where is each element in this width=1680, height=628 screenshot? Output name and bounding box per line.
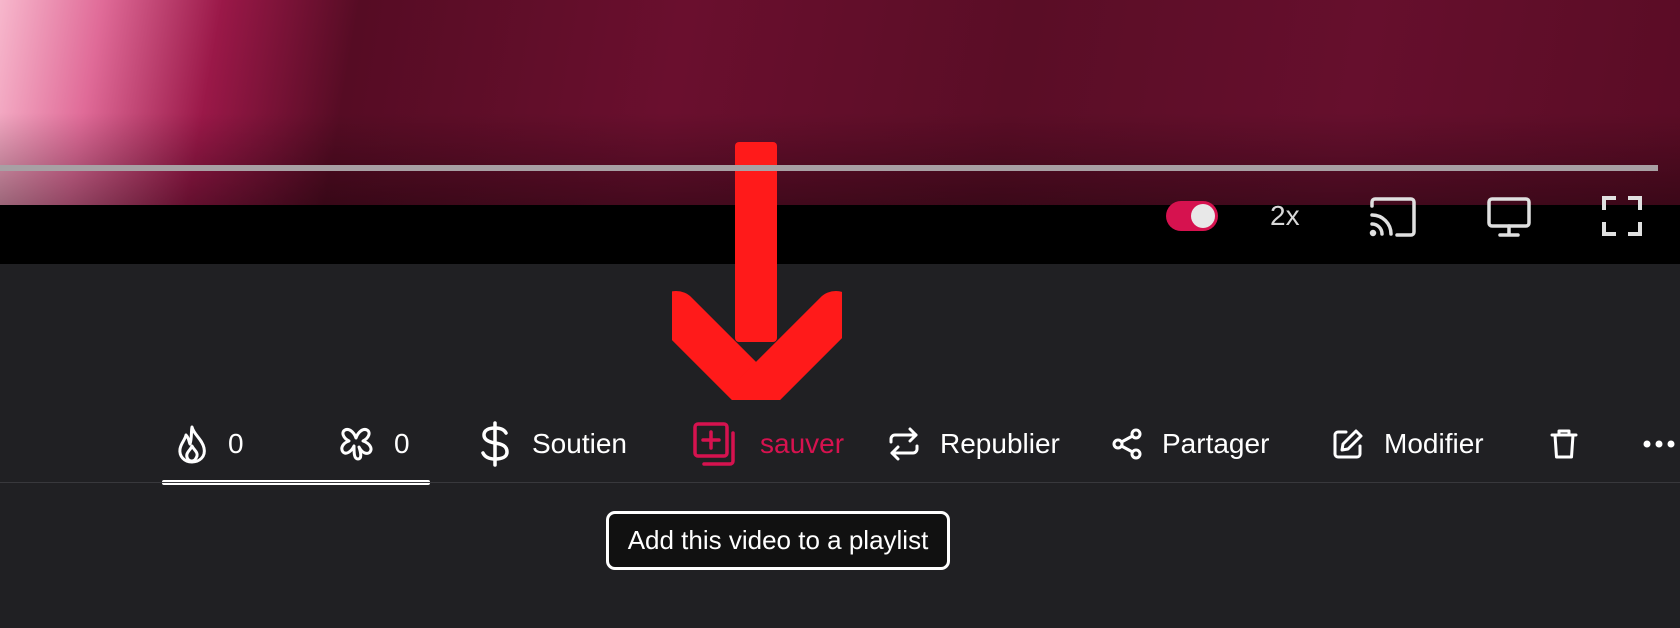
boosts-button[interactable]: 0 [338, 418, 410, 470]
flame-icon [178, 425, 206, 464]
edit-label: Modifier [1384, 428, 1484, 459]
dollar-icon [481, 421, 509, 467]
delete-button[interactable] [1550, 418, 1578, 470]
action-bar-divider [0, 482, 1680, 483]
reactions-count: 0 [228, 428, 244, 459]
republish-label: Republier [940, 428, 1060, 459]
share-label: Partager [1162, 428, 1270, 459]
support-button[interactable]: Soutien [478, 418, 627, 470]
asterisk-icon [340, 428, 373, 461]
edit-button[interactable]: Modifier [1332, 418, 1484, 470]
trash-icon [1550, 429, 1578, 459]
edit-icon [1333, 429, 1363, 459]
republish-button[interactable]: Republier [888, 418, 1060, 470]
share-icon [1112, 428, 1142, 460]
playlist-add-icon [693, 422, 735, 466]
toggle-knob [1191, 204, 1215, 228]
support-label: Soutien [532, 428, 627, 459]
screen-icon[interactable] [1486, 196, 1532, 238]
reactions-button[interactable]: 0 [176, 418, 244, 470]
cast-icon[interactable] [1368, 196, 1416, 238]
down-arrow-annotation [672, 142, 842, 400]
share-button[interactable]: Partager [1112, 418, 1269, 470]
more-button[interactable] [1642, 418, 1676, 470]
playback-speed-button[interactable]: 2x [1270, 200, 1300, 232]
save-tooltip: Add this video to a playlist [606, 511, 950, 570]
progress-bar[interactable] [0, 165, 1658, 171]
boosts-count: 0 [394, 428, 410, 459]
save-to-playlist-button[interactable]: sauver [692, 418, 844, 470]
save-label: sauver [760, 428, 845, 459]
repost-icon [889, 427, 919, 461]
more-icon [1643, 440, 1675, 448]
fullscreen-icon[interactable] [1600, 194, 1644, 238]
autoplay-toggle[interactable] [1166, 201, 1218, 231]
